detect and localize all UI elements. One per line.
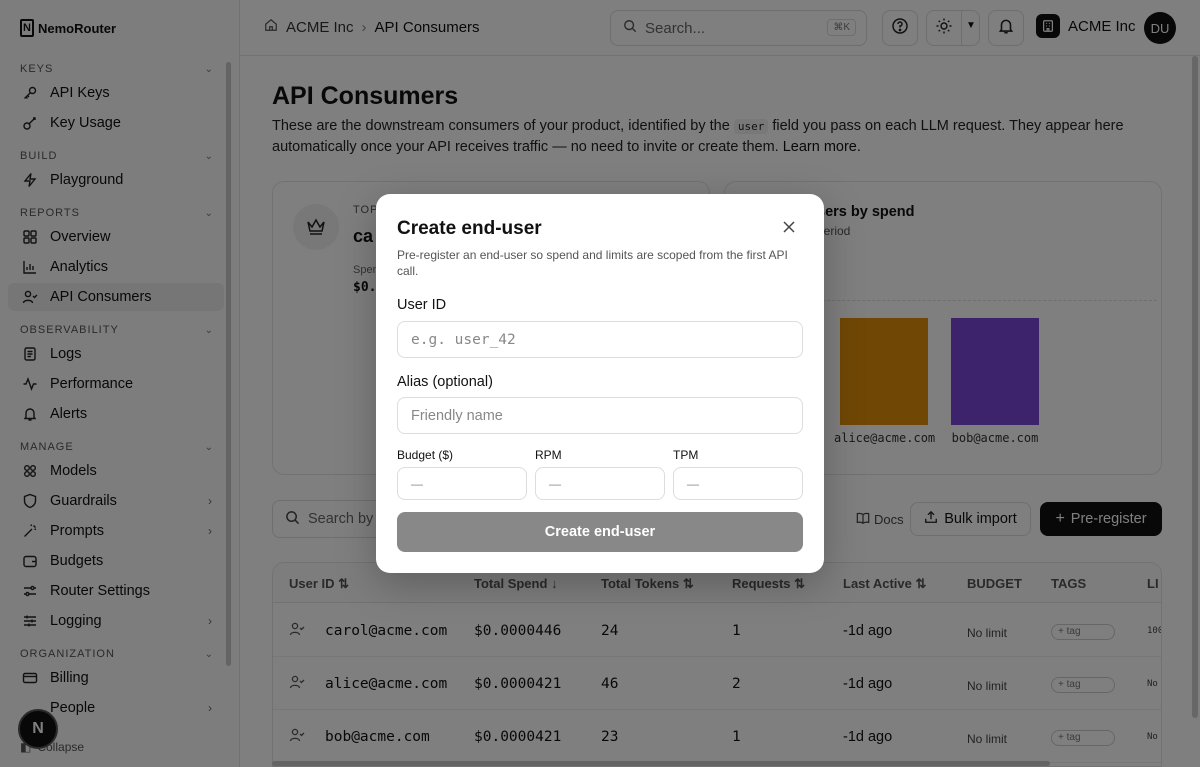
alias-placeholder: Friendly name <box>411 407 503 424</box>
dialog-title: Create end-user <box>397 218 542 239</box>
alias-label: Alias (optional) <box>397 374 493 390</box>
tpm-placeholder: — <box>687 476 699 491</box>
user-id-input[interactable]: e.g. user_42 <box>397 321 803 358</box>
tpm-input[interactable]: — <box>673 467 803 500</box>
rpm-input[interactable]: — <box>535 467 665 500</box>
user-id-label: User ID <box>397 297 447 313</box>
dialog-description: Pre-register an end-user so spend and li… <box>397 248 788 278</box>
rpm-placeholder: — <box>549 476 561 491</box>
create-end-user-dialog: Create end-user Pre-register an end-user… <box>376 194 824 573</box>
rpm-label: RPM <box>535 448 562 462</box>
tpm-label: TPM <box>673 448 699 462</box>
budget-label: Budget ($) <box>397 448 454 462</box>
create-end-user-button[interactable]: Create end-user <box>397 512 803 552</box>
budget-placeholder: — <box>411 476 423 491</box>
alias-input[interactable]: Friendly name <box>397 397 803 434</box>
user-id-placeholder: e.g. user_42 <box>411 331 516 348</box>
close-button[interactable] <box>780 220 798 238</box>
close-icon <box>783 220 795 238</box>
budget-input[interactable]: — <box>397 467 527 500</box>
